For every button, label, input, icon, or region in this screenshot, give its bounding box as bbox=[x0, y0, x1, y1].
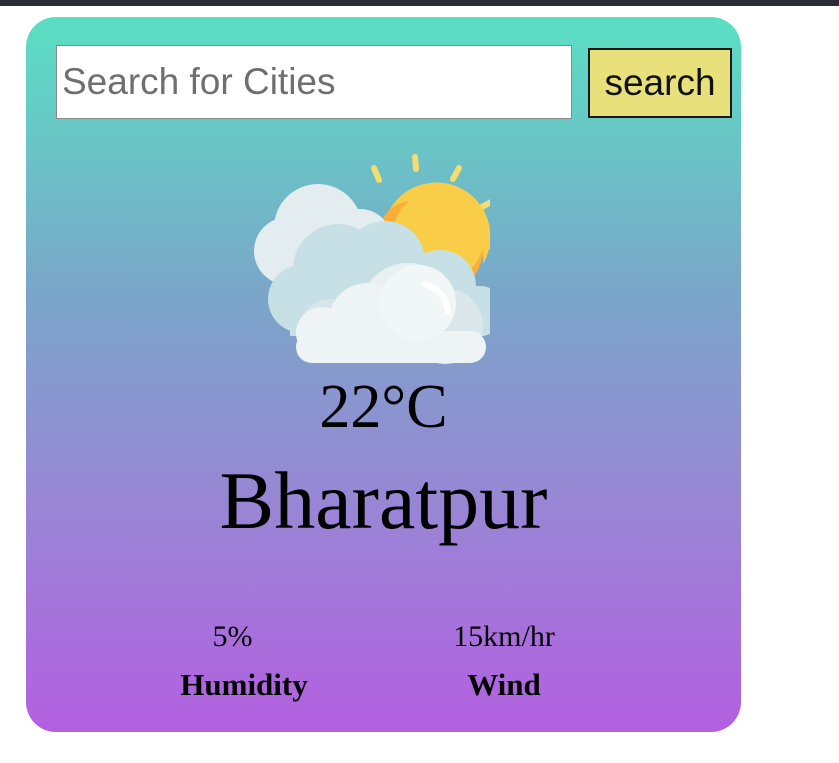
humidity-label: Humidity bbox=[180, 667, 308, 702]
search-input[interactable] bbox=[56, 45, 572, 119]
city-name: Bharatpur bbox=[219, 455, 548, 546]
wind-stat: 15km/hr Wind bbox=[394, 617, 614, 713]
wind-label: Wind bbox=[467, 667, 541, 702]
search-bar: search bbox=[56, 45, 732, 121]
humidity-stat: 5% Humidity bbox=[134, 617, 354, 713]
temperature-value: 22°C bbox=[319, 373, 448, 441]
humidity-value: 5% bbox=[212, 620, 253, 653]
browser-top-bar bbox=[0, 0, 839, 6]
weather-card: search bbox=[26, 17, 741, 732]
partly-cloudy-icon bbox=[254, 154, 490, 364]
search-button[interactable]: search bbox=[588, 48, 732, 118]
wind-value: 15km/hr bbox=[453, 620, 555, 653]
